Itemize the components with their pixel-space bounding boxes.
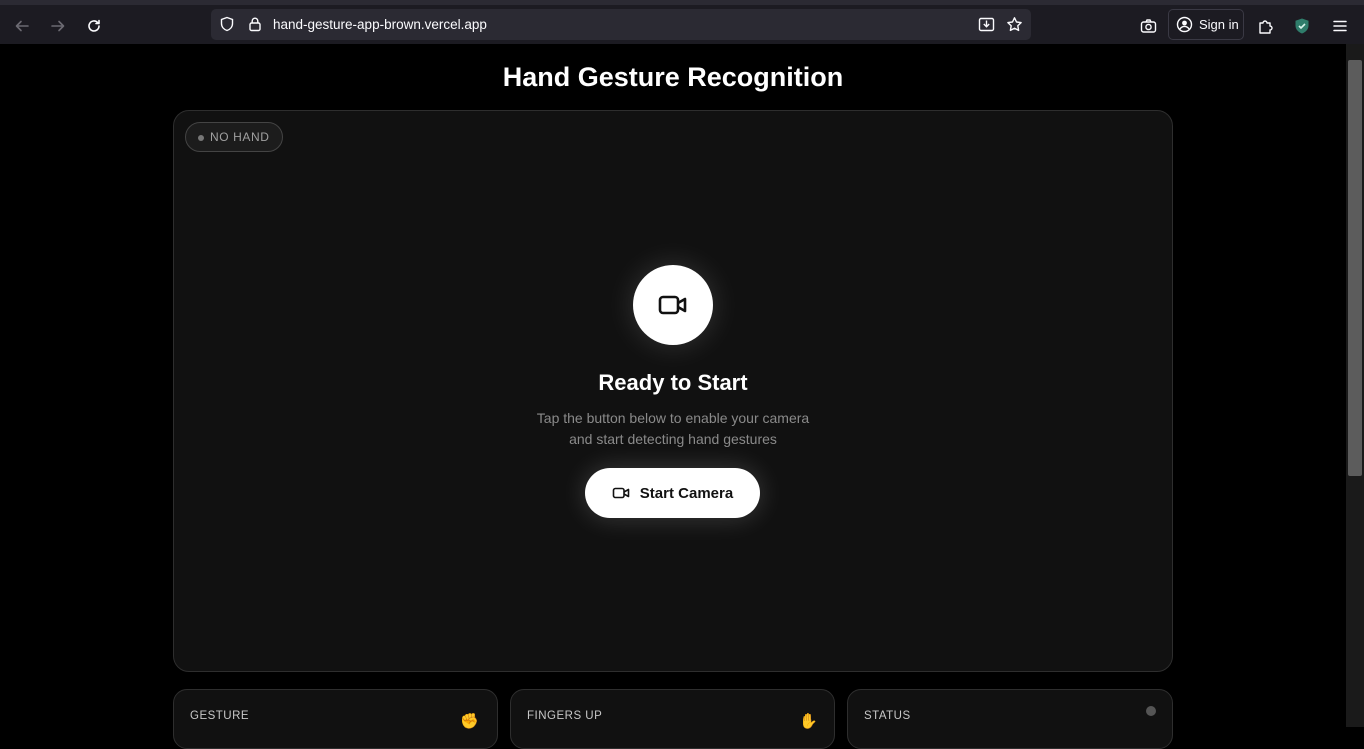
gesture-card: GESTURE ✊ <box>173 689 498 749</box>
status-dot <box>1146 706 1156 716</box>
ready-description: Tap the button below to enable your came… <box>174 408 1172 450</box>
back-button[interactable] <box>8 12 36 40</box>
arrow-right-icon <box>51 20 65 32</box>
camera-panel: NO HAND Ready to Start Tap the button be… <box>173 110 1173 672</box>
scrollbar-thumb[interactable] <box>1348 60 1362 476</box>
reload-button[interactable] <box>80 12 108 40</box>
video-camera-icon <box>612 487 630 499</box>
fingers-up-label: FINGERS UP <box>527 710 603 722</box>
status-card: STATUS <box>847 689 1173 749</box>
extensions-button[interactable] <box>1251 12 1279 40</box>
install-icon[interactable] <box>978 16 995 33</box>
address-bar[interactable]: hand-gesture-app-brown.vercel.app <box>211 9 1031 40</box>
account-icon <box>1176 16 1193 33</box>
status-label: STATUS <box>864 710 911 722</box>
description-line: Tap the button below to enable your came… <box>536 410 810 426</box>
description-line: and start detecting hand gestures <box>569 431 777 447</box>
video-camera-icon <box>658 295 687 315</box>
arrow-left-icon <box>15 20 29 32</box>
lock-icon[interactable] <box>247 16 263 32</box>
screenshot-button[interactable] <box>1134 12 1162 40</box>
shield-extension-button[interactable] <box>1288 12 1316 40</box>
ready-title: Ready to Start <box>598 370 748 395</box>
page-title: Hand Gesture Recognition <box>502 62 844 92</box>
camera-icon <box>1140 18 1156 33</box>
forward-button[interactable] <box>44 12 72 40</box>
fingers-up-card: FINGERS UP ✋ <box>510 689 835 749</box>
status-indicator-dot <box>198 135 204 141</box>
hand-status-badge: NO HAND <box>185 122 283 152</box>
start-camera-label: Start Camera <box>639 484 734 502</box>
puzzle-icon <box>1258 19 1273 34</box>
gesture-label: GESTURE <box>190 710 250 722</box>
camera-placeholder <box>633 265 713 345</box>
reload-icon <box>88 19 100 32</box>
hand-status-label: NO HAND <box>210 130 270 144</box>
green-shield-icon <box>1295 18 1309 34</box>
browser-toolbar: hand-gesture-app-brown.vercel.app Sign i… <box>0 0 1364 44</box>
bookmark-star-icon[interactable] <box>1006 16 1023 33</box>
sign-in-label: Sign in <box>1199 17 1239 32</box>
shield-icon[interactable] <box>219 16 235 32</box>
menu-button[interactable] <box>1326 12 1354 40</box>
sign-in-button[interactable]: Sign in <box>1168 9 1244 40</box>
url-text[interactable]: hand-gesture-app-brown.vercel.app <box>273 17 487 32</box>
start-camera-button[interactable]: Start Camera <box>585 468 760 518</box>
hamburger-icon <box>1333 20 1347 32</box>
